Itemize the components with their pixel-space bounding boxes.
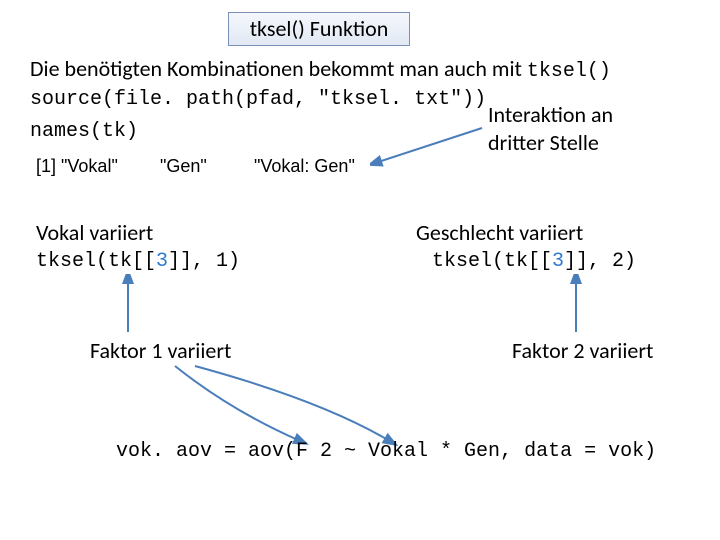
arrow-vokal-icon: [120, 360, 540, 450]
code-final: vok. aov = aov(F 2 ~ Vokal * Gen, data =…: [116, 438, 656, 465]
geschlecht-varies-label: Geschlecht variiert: [416, 218, 583, 248]
code-source: source(file. path(pfad, "tksel. txt")): [30, 86, 486, 113]
title-box: tksel() Funktion: [228, 12, 410, 46]
intro-line: Die benötigten Kombinationen bekommt man…: [30, 54, 690, 85]
code-call-2: tksel(tk[[3]], 2): [432, 248, 636, 275]
output-prefix: [1] "Vokal": [36, 156, 118, 177]
interaction-label-2: dritter Stelle: [488, 128, 599, 158]
slide: tksel() Funktion Die benötigten Kombinat…: [0, 0, 720, 540]
arrow-faktor2-icon: [556, 274, 596, 336]
output-vokalgen: "Vokal: Gen": [254, 156, 355, 177]
arrow-faktor1-icon: [108, 274, 148, 336]
code-call-1: tksel(tk[[3]], 1): [36, 248, 240, 275]
output-gen: "Gen": [160, 156, 207, 177]
vokal-varies-label: Vokal variiert: [36, 218, 153, 248]
title-text: tksel() Funktion: [250, 15, 389, 42]
intro-text-a: Die benötigten Kombinationen bekommt man…: [30, 55, 527, 82]
arrow-interaction-icon: [370, 120, 490, 170]
intro-text-b: tksel(): [527, 60, 611, 83]
code-names: names(tk): [30, 118, 138, 145]
interaction-label-1: Interaktion an: [488, 100, 613, 130]
